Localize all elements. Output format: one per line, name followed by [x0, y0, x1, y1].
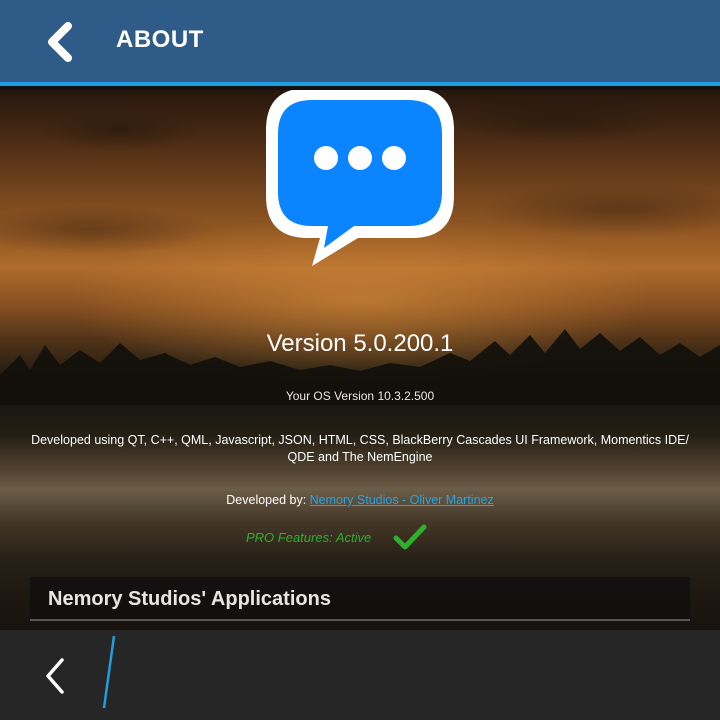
pro-status-label: PRO Features: Active: [246, 529, 372, 545]
os-version-label: Your OS Version 10.3.2.500: [285, 389, 435, 403]
chevron-left-icon: [48, 22, 72, 62]
back-button[interactable]: [36, 18, 84, 66]
checkmark-icon: [393, 524, 427, 550]
developed-by-label: Developed by:: [226, 493, 310, 507]
chevron-left-icon: [46, 658, 64, 694]
version-label: Version 5.0.200.1: [266, 330, 454, 357]
developed-using-text: Developed using QT, C++, QML, Javascript…: [31, 433, 689, 464]
title-bar: ABOUT: [0, 0, 720, 86]
chat-bubble-icon: [266, 90, 454, 266]
applications-section-title: Nemory Studios' Applications: [48, 588, 331, 610]
applications-section-header: Nemory Studios' Applications: [30, 577, 690, 621]
about-content[interactable]: Version 5.0.200.1 Your OS Version 10.3.2…: [0, 90, 720, 630]
page-title: ABOUT: [116, 26, 204, 53]
developer-credit: Developed by: Nemory Studios - Oliver Ma…: [0, 493, 720, 507]
action-bar-divider: [102, 635, 116, 709]
pro-status-row: PRO Features: Active: [246, 522, 427, 552]
action-bar-back-button[interactable]: [30, 648, 80, 704]
developer-link[interactable]: Nemory Studios - Oliver Martinez: [310, 493, 494, 507]
action-bar: [0, 630, 720, 720]
